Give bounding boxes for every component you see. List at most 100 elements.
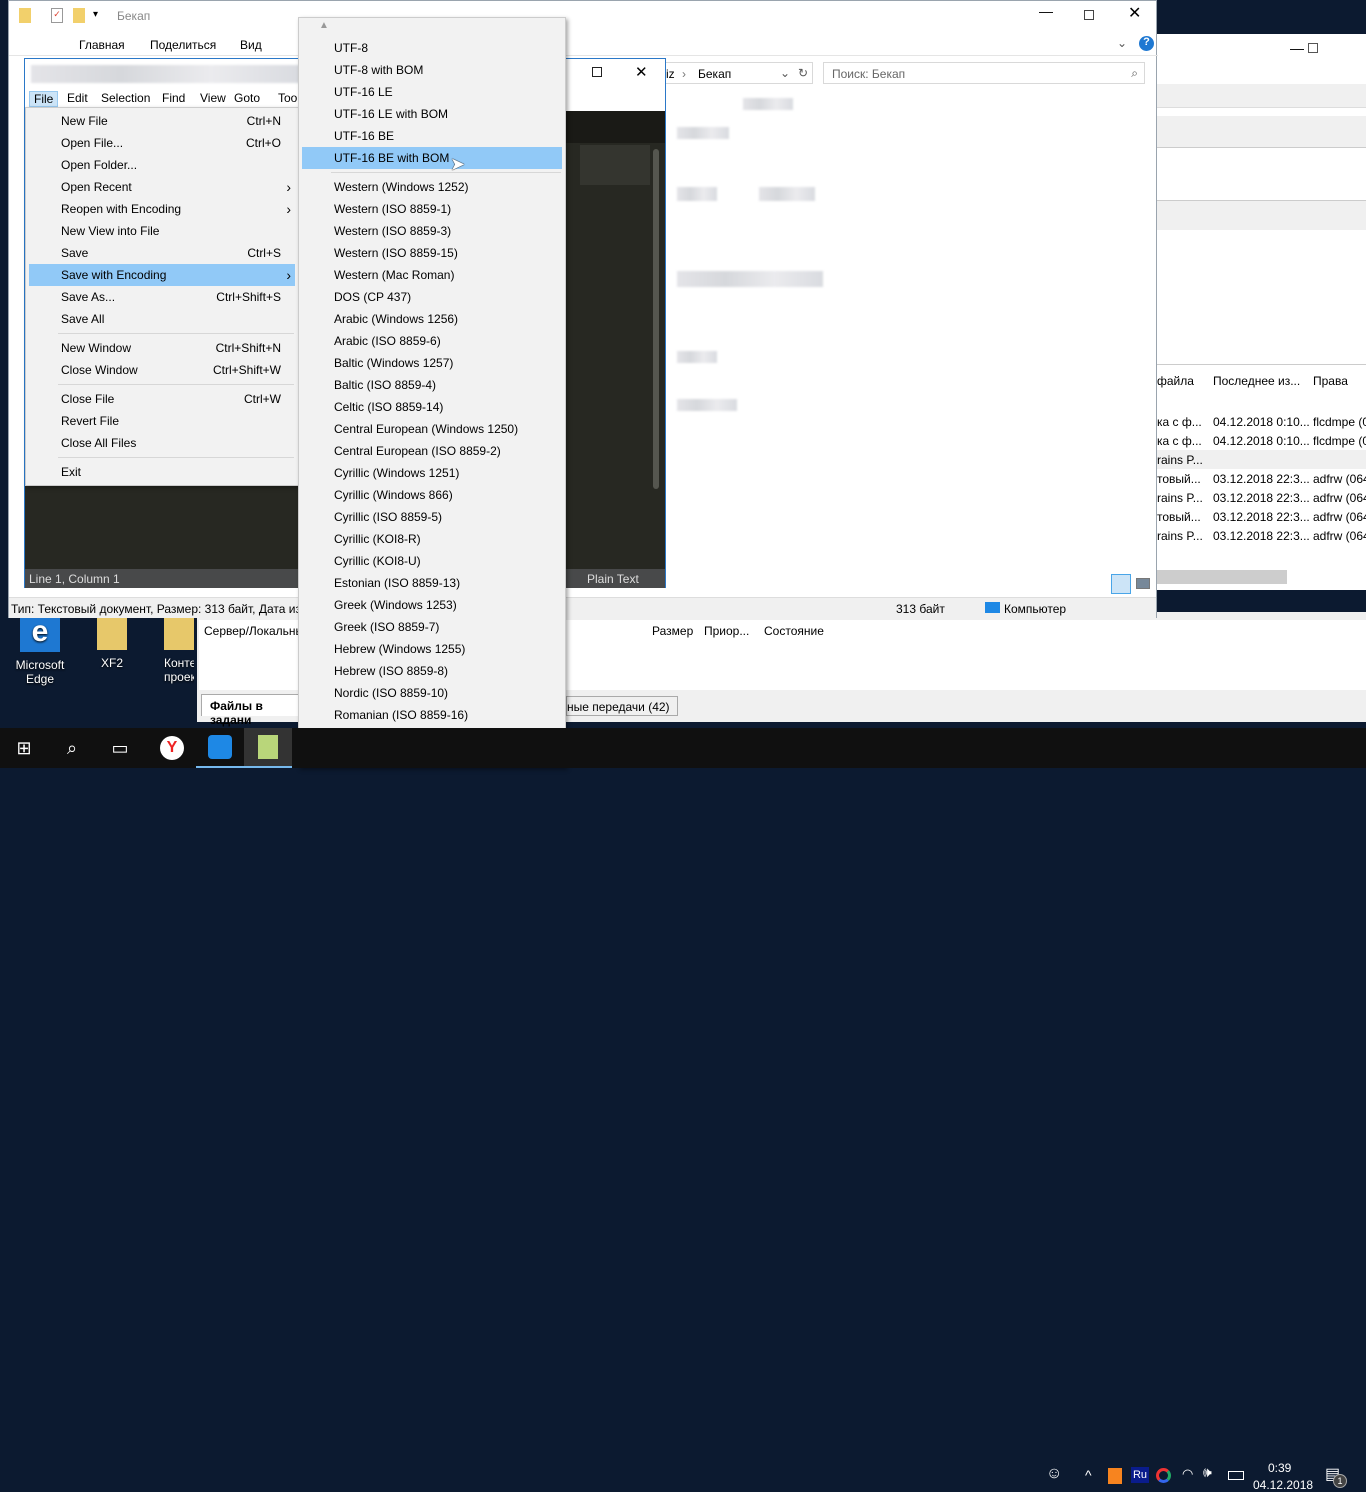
start-button[interactable]: ⊞ bbox=[0, 728, 48, 768]
table-row[interactable]: rains P... 03.12.2018 22:3... adfrw (064 bbox=[1157, 488, 1366, 507]
close-button[interactable]: ✕ bbox=[1128, 3, 1141, 23]
table-row[interactable]: товый... 03.12.2018 22:3... adfrw (064 bbox=[1157, 507, 1366, 526]
close-button[interactable]: ✕ bbox=[635, 63, 648, 81]
encoding-item[interactable]: Greek (Windows 1253) bbox=[302, 594, 562, 616]
encoding-item[interactable]: DOS (CP 437) bbox=[302, 286, 562, 308]
column-header-size[interactable]: Размер bbox=[652, 624, 693, 638]
details-view-button[interactable] bbox=[1111, 574, 1131, 594]
table-row[interactable]: rains P... 03.12.2018 22:3... adfrw (064 bbox=[1157, 526, 1366, 545]
encoding-item[interactable]: Central European (ISO 8859-2) bbox=[302, 440, 562, 462]
wifi-icon[interactable]: ◠ bbox=[1182, 1466, 1193, 1482]
clock-time[interactable]: 0:39 bbox=[1268, 1461, 1291, 1475]
minimap[interactable] bbox=[580, 145, 650, 185]
encoding-item[interactable]: UTF-16 BE with BOM bbox=[302, 147, 562, 169]
yandex-browser-button[interactable]: Y bbox=[148, 728, 196, 768]
encoding-item[interactable]: Baltic (ISO 8859-4) bbox=[302, 374, 562, 396]
properties-icon[interactable]: ✓ bbox=[51, 8, 63, 23]
desktop-icon-xf2[interactable]: XF2 bbox=[72, 612, 152, 670]
ribbon-tab-share[interactable]: Поделиться bbox=[150, 38, 216, 52]
menu-view[interactable]: View bbox=[196, 91, 230, 105]
menu-find[interactable]: Find bbox=[158, 91, 189, 105]
column-header-type[interactable]: файла bbox=[1157, 374, 1194, 388]
menu-item-save[interactable]: Save Ctrl+S bbox=[29, 242, 295, 264]
menu-item-exit[interactable]: Exit bbox=[29, 461, 295, 483]
column-header-server[interactable]: Сервер/Локальны bbox=[204, 624, 304, 638]
encoding-item[interactable]: Cyrillic (Windows 1251) bbox=[302, 462, 562, 484]
menu-item-reopen-with-encoding[interactable]: Reopen with Encoding › bbox=[29, 198, 295, 220]
menu-item-new-window[interactable]: New Window Ctrl+Shift+N bbox=[29, 337, 295, 359]
encoding-item[interactable]: Romanian (ISO 8859-16) bbox=[302, 704, 562, 726]
table-row[interactable]: ка с ф... 04.12.2018 0:10... flcdmpe (0 bbox=[1157, 412, 1366, 431]
maxthon-button[interactable] bbox=[196, 728, 244, 768]
encoding-item[interactable]: Western (Windows 1252) bbox=[302, 176, 562, 198]
menu-item-close-window[interactable]: Close Window Ctrl+Shift+W bbox=[29, 359, 295, 381]
people-icon[interactable]: ☺ bbox=[1046, 1465, 1062, 1483]
syntax-selector[interactable]: Plain Text bbox=[587, 572, 639, 586]
menu-item-open-file[interactable]: Open File... Ctrl+O bbox=[29, 132, 295, 154]
table-row[interactable]: ка с ф... 04.12.2018 0:10... flcdmpe (0 bbox=[1157, 431, 1366, 450]
menu-item-save-with-encoding[interactable]: Save with Encoding › bbox=[29, 264, 295, 286]
encoding-item[interactable]: Western (Mac Roman) bbox=[302, 264, 562, 286]
column-header-priority[interactable]: Приор... bbox=[704, 624, 749, 638]
encoding-item[interactable]: UTF-16 LE bbox=[302, 81, 562, 103]
menu-edit[interactable]: Edit bbox=[63, 91, 92, 105]
ribbon-tab-view[interactable]: Вид bbox=[240, 38, 262, 52]
maximize-button[interactable] bbox=[592, 67, 602, 77]
menu-item-close-all-files[interactable]: Close All Files bbox=[29, 432, 295, 454]
encoding-item[interactable]: Hebrew (ISO 8859-8) bbox=[302, 660, 562, 682]
horizontal-scrollbar[interactable] bbox=[1157, 570, 1287, 584]
encoding-item[interactable]: Nordic (ISO 8859-10) bbox=[302, 682, 562, 704]
encoding-item[interactable]: Cyrillic (KOI8-U) bbox=[302, 550, 562, 572]
encoding-item[interactable]: Western (ISO 8859-1) bbox=[302, 198, 562, 220]
menu-item-new-file[interactable]: New File Ctrl+N bbox=[29, 110, 295, 132]
encoding-item[interactable]: Arabic (ISO 8859-6) bbox=[302, 330, 562, 352]
new-folder-icon[interactable] bbox=[73, 8, 85, 23]
search-button[interactable]: ⌕ bbox=[48, 728, 96, 768]
breadcrumb-item[interactable]: Бекап bbox=[698, 67, 731, 81]
column-header-status[interactable]: Состояние bbox=[764, 624, 824, 638]
encoding-item[interactable]: UTF-16 BE bbox=[302, 125, 562, 147]
language-indicator[interactable]: Ru bbox=[1131, 1467, 1149, 1483]
minimize-icon[interactable]: — bbox=[1290, 40, 1304, 56]
encoding-item[interactable]: Hebrew (Windows 1255) bbox=[302, 638, 562, 660]
encoding-item[interactable]: UTF-8 bbox=[302, 37, 562, 59]
scroll-up-icon[interactable]: ▲ bbox=[319, 20, 329, 31]
table-row[interactable]: товый... 03.12.2018 22:3... adfrw (064 bbox=[1157, 469, 1366, 488]
menu-item-save-all[interactable]: Save All bbox=[29, 308, 295, 330]
table-row[interactable]: rains P... bbox=[1157, 450, 1366, 469]
encoding-item[interactable]: UTF-8 with BOM bbox=[302, 59, 562, 81]
column-header-permissions[interactable]: Права bbox=[1313, 374, 1348, 388]
address-dropdown-icon[interactable]: ⌄ bbox=[780, 66, 790, 80]
encoding-item[interactable]: UTF-16 LE with BOM bbox=[302, 103, 562, 125]
minimize-button[interactable]: — bbox=[1039, 3, 1053, 19]
maximize-icon[interactable] bbox=[1308, 43, 1318, 53]
show-hidden-icons[interactable]: ^ bbox=[1085, 1467, 1092, 1483]
desktop-icon-project[interactable]: Конте проек bbox=[150, 612, 194, 684]
vertical-scrollbar[interactable] bbox=[653, 149, 659, 489]
menu-item-close-file[interactable]: Close File Ctrl+W bbox=[29, 388, 295, 410]
menu-item-open-recent[interactable]: Open Recent › bbox=[29, 176, 295, 198]
desktop-icon-edge[interactable]: e Microsoft Edge bbox=[0, 612, 80, 686]
menu-item-save-as[interactable]: Save As... Ctrl+Shift+S bbox=[29, 286, 295, 308]
menu-item-open-folder[interactable]: Open Folder... bbox=[29, 154, 295, 176]
address-bar[interactable]: iz › Бекап ⌄ ↻ bbox=[649, 62, 813, 84]
avast-icon[interactable] bbox=[1108, 1468, 1122, 1484]
task-view-button[interactable]: ▭ bbox=[96, 728, 144, 768]
encoding-item[interactable]: Cyrillic (Windows 866) bbox=[302, 484, 562, 506]
battery-icon[interactable] bbox=[1228, 1471, 1244, 1480]
menu-item-revert-file[interactable]: Revert File bbox=[29, 410, 295, 432]
menu-item-new-view-into-file[interactable]: New View into File bbox=[29, 220, 295, 242]
column-header-modified[interactable]: Последнее из... bbox=[1213, 374, 1300, 388]
sublime-taskbar-button[interactable] bbox=[244, 728, 292, 768]
ribbon-tab-home[interactable]: Главная bbox=[79, 38, 125, 52]
encoding-item[interactable]: Baltic (Windows 1257) bbox=[302, 352, 562, 374]
menu-selection[interactable]: Selection bbox=[97, 91, 154, 105]
menu-goto[interactable]: Goto bbox=[230, 91, 264, 105]
clock-date[interactable]: 04.12.2018 bbox=[1253, 1478, 1313, 1492]
encoding-item[interactable]: Central European (Windows 1250) bbox=[302, 418, 562, 440]
encoding-item[interactable]: Western (ISO 8859-3) bbox=[302, 220, 562, 242]
thumbnails-view-button[interactable] bbox=[1136, 578, 1150, 589]
encoding-item[interactable]: Greek (ISO 8859-7) bbox=[302, 616, 562, 638]
maximize-button[interactable] bbox=[1084, 10, 1094, 20]
breadcrumb-item[interactable]: iz bbox=[666, 67, 675, 81]
